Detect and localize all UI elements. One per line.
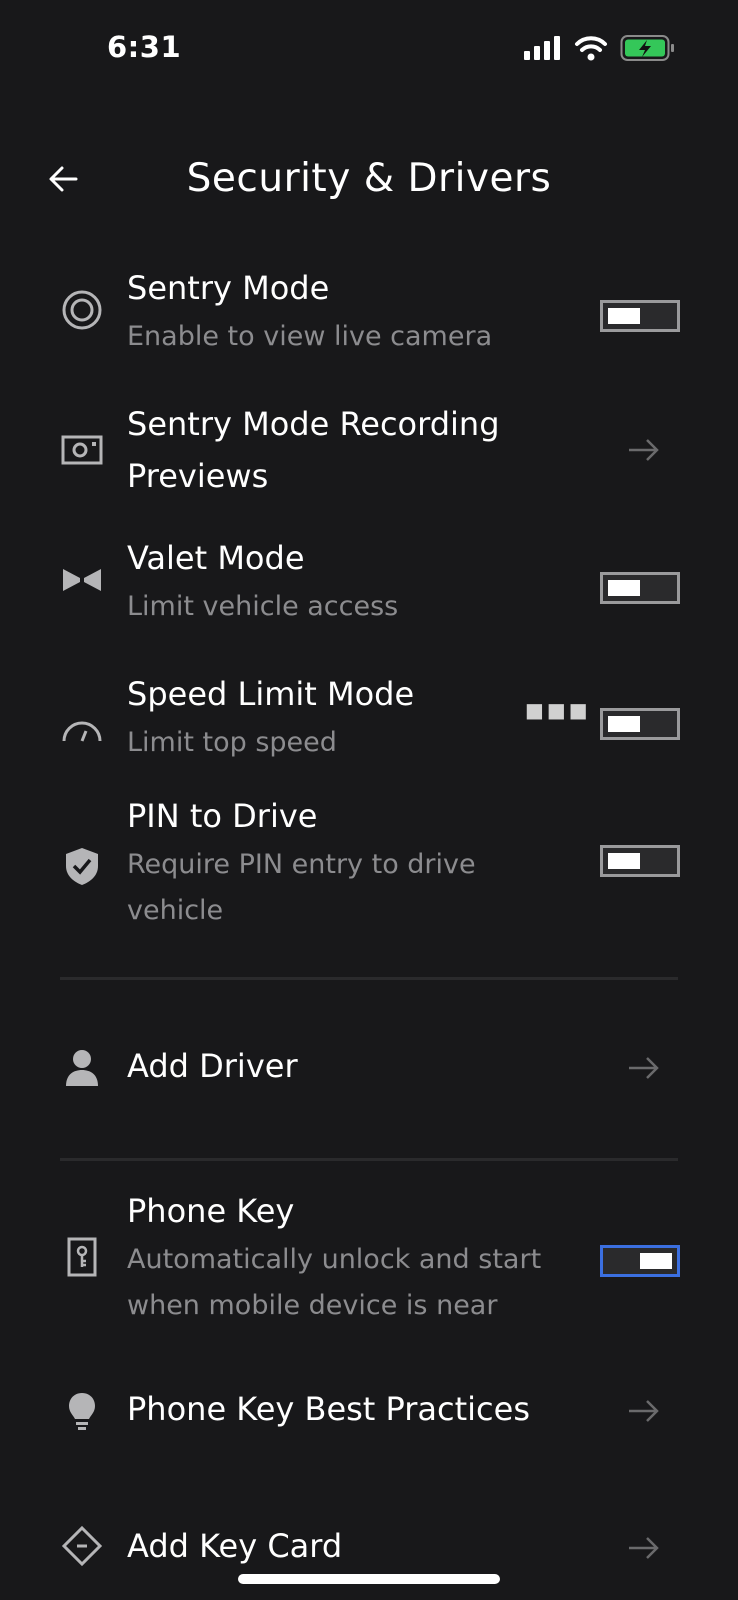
phone-key-sub-line2: when mobile device is near xyxy=(127,1290,498,1321)
page-title: Security & Drivers xyxy=(186,156,552,201)
status-bar: 6:31 xyxy=(0,0,738,100)
page-header: Security & Drivers xyxy=(0,140,738,220)
shield-check-icon xyxy=(60,844,104,888)
add-driver-label: Add Driver xyxy=(127,1047,298,1085)
pin-to-drive-row[interactable]: PIN to Drive Require PIN entry to drive … xyxy=(0,790,738,940)
wifi-icon xyxy=(575,36,607,61)
valet-mode-row[interactable]: Valet Mode Limit vehicle access xyxy=(0,532,738,632)
phone-key-icon xyxy=(60,1235,104,1279)
valet-mode-label: Valet Mode xyxy=(127,539,305,577)
add-key-card-row[interactable]: Add Key Card xyxy=(0,1520,738,1580)
lightbulb-icon xyxy=(60,1389,104,1433)
phone-key-sub-line1: Automatically unlock and start xyxy=(127,1244,542,1275)
pin-to-drive-toggle[interactable] xyxy=(600,845,680,877)
add-driver-row[interactable]: Add Driver xyxy=(0,1040,738,1100)
phone-key-toggle[interactable] xyxy=(600,1245,680,1277)
person-icon xyxy=(60,1046,104,1090)
sentry-previews-label-line1: Sentry Mode Recording xyxy=(127,405,500,443)
camera-preview-icon xyxy=(60,428,104,472)
valet-mode-toggle[interactable] xyxy=(600,572,680,604)
sentry-mode-toggle[interactable] xyxy=(600,300,680,332)
home-indicator[interactable] xyxy=(238,1574,500,1584)
sentry-mode-sub: Enable to view live camera xyxy=(127,321,493,352)
phone-key-row[interactable]: Phone Key Automatically unlock and start… xyxy=(0,1185,738,1335)
divider xyxy=(60,1158,678,1161)
arrow-right-icon[interactable] xyxy=(627,1399,661,1423)
speed-limit-sub: Limit top speed xyxy=(127,727,337,758)
phone-key-label: Phone Key xyxy=(127,1192,295,1230)
battery-charging-icon xyxy=(620,35,674,61)
sentry-mode-label: Sentry Mode xyxy=(127,269,330,307)
pin-to-drive-label: PIN to Drive xyxy=(127,797,318,835)
pin-to-drive-sub-line2: vehicle xyxy=(127,895,224,926)
sentry-mode-row[interactable]: Sentry Mode Enable to view live camera xyxy=(0,262,738,362)
valet-mode-sub: Limit vehicle access xyxy=(127,591,399,622)
sentry-eye-icon xyxy=(60,288,104,332)
add-key-card-label: Add Key Card xyxy=(127,1527,343,1565)
speed-limit-row[interactable]: Speed Limit Mode Limit top speed ■■■ xyxy=(0,668,738,768)
arrow-right-icon[interactable] xyxy=(627,1536,661,1560)
speedometer-icon xyxy=(60,710,104,754)
best-practices-row[interactable]: Phone Key Best Practices xyxy=(0,1383,738,1443)
status-time: 6:31 xyxy=(107,30,182,64)
best-practices-label: Phone Key Best Practices xyxy=(127,1390,530,1428)
arrow-right-icon[interactable] xyxy=(627,1056,661,1080)
divider xyxy=(60,977,678,980)
speed-limit-label: Speed Limit Mode xyxy=(127,675,415,713)
bowtie-icon xyxy=(60,558,104,602)
pin-to-drive-sub-line1: Require PIN entry to drive xyxy=(127,849,476,880)
more-options-icon[interactable]: ■■■ xyxy=(525,698,591,722)
speed-limit-toggle[interactable] xyxy=(600,708,680,740)
sentry-previews-row[interactable]: Sentry Mode Recording Previews xyxy=(0,398,738,502)
cellular-signal-icon xyxy=(524,36,560,60)
sentry-previews-label-line2: Previews xyxy=(127,457,269,495)
arrow-right-icon[interactable] xyxy=(627,438,661,462)
key-card-icon xyxy=(60,1524,104,1568)
